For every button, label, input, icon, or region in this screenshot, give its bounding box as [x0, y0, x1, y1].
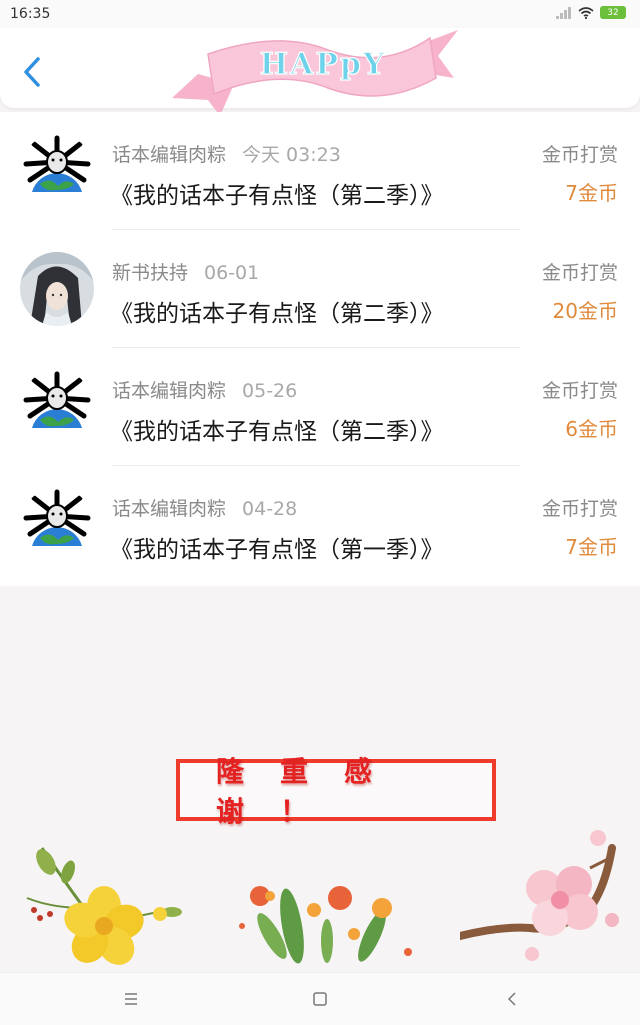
wildflower-bouquet-decoration	[239, 886, 412, 964]
system-nav-bar	[0, 972, 640, 1025]
tip-action: 金币打赏	[541, 144, 618, 166]
battery-icon: 32	[600, 6, 626, 19]
thanks-text: 隆重感谢！	[216, 755, 409, 828]
battery-level: 32	[607, 7, 619, 18]
back-icon[interactable]	[18, 54, 48, 90]
nav-back-icon[interactable]	[501, 989, 523, 1009]
avatar	[20, 252, 94, 326]
tip-date: 06-01	[204, 262, 260, 284]
tip-action: 金币打赏	[541, 498, 618, 520]
list-item[interactable]: 话本编辑肉粽 05-26 《我的话本子有点怪（第二季）》 金币打赏 6金币	[0, 348, 640, 466]
happy-ribbon-banner: HAPpY	[172, 30, 458, 112]
spider-globe-avatar	[20, 134, 94, 208]
banner-text: HAPpY	[260, 47, 387, 82]
coin-amount: 6金币	[565, 417, 618, 441]
yellow-flower-decoration	[26, 847, 182, 965]
tip-action: 金币打赏	[541, 380, 618, 402]
coin-amount: 7金币	[565, 535, 618, 559]
status-time: 16:35	[10, 6, 51, 22]
tip-list: 话本编辑肉粽 今天 03:23 《我的话本子有点怪（第二季）》 金币打赏 7金币 …	[0, 112, 640, 586]
tip-meta: 话本编辑肉粽 今天 03:23	[112, 140, 341, 167]
tip-meta: 话本编辑肉粽 04-28	[112, 494, 297, 521]
tip-date: 今天 03:23	[242, 144, 341, 166]
coin-amount: 7金币	[565, 181, 618, 205]
coin-amount: 20金币	[552, 299, 618, 323]
spider-globe-avatar	[20, 488, 94, 562]
book-title: 《我的话本子有点怪（第二季）》	[110, 419, 444, 445]
tip-meta: 新书扶持 06-01	[112, 258, 259, 285]
sender-name: 话本编辑肉粽	[112, 498, 227, 520]
book-title: 《我的话本子有点怪（第二季）》	[110, 301, 444, 327]
header: HAPpY	[0, 28, 640, 112]
tip-date: 04-28	[242, 498, 298, 520]
cherry-blossom-branch-decoration	[460, 830, 619, 961]
signal-icon	[556, 6, 572, 19]
sender-name: 新书扶持	[112, 262, 189, 284]
avatar	[20, 370, 94, 444]
sender-name: 话本编辑肉粽	[112, 380, 227, 402]
anime-character-avatar	[20, 252, 94, 326]
menu-icon[interactable]	[120, 989, 142, 1009]
avatar	[20, 134, 94, 208]
sender-name: 话本编辑肉粽	[112, 144, 227, 166]
home-icon[interactable]	[309, 989, 331, 1009]
list-item[interactable]: 话本编辑肉粽 今天 03:23 《我的话本子有点怪（第二季）》 金币打赏 7金币	[0, 112, 640, 230]
avatar	[20, 488, 94, 562]
book-title: 《我的话本子有点怪（第二季）》	[110, 183, 444, 209]
thanks-banner: 隆重感谢！	[176, 755, 496, 828]
list-item[interactable]: 新书扶持 06-01 《我的话本子有点怪（第二季）》 金币打赏 20金币	[0, 230, 640, 348]
book-title: 《我的话本子有点怪（第一季）》	[110, 537, 444, 563]
tip-meta: 话本编辑肉粽 05-26	[112, 376, 297, 403]
wifi-icon	[578, 6, 594, 19]
tip-date: 05-26	[242, 380, 298, 402]
tip-action: 金币打赏	[541, 262, 618, 284]
status-icons: 32	[556, 6, 626, 19]
spider-globe-avatar	[20, 370, 94, 444]
list-item[interactable]: 话本编辑肉粽 04-28 《我的话本子有点怪（第一季）》 金币打赏 7金币	[0, 466, 640, 584]
